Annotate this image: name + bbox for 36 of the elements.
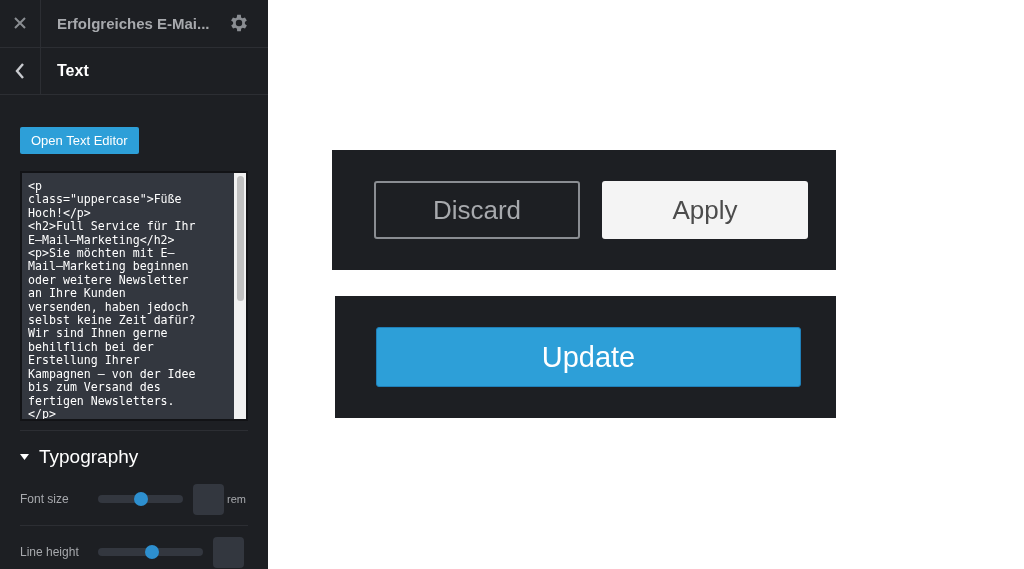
code-line: versenden, haben jedoch xyxy=(28,300,190,315)
code-line: Mail–Marketing beginnen xyxy=(28,260,190,274)
control-label: Font size xyxy=(20,492,70,506)
code-line: Wir sind Ihnen gerne xyxy=(28,327,169,341)
section-title: Text xyxy=(57,61,89,80)
slider[interactable] xyxy=(98,548,203,556)
code-line: <p xyxy=(28,180,43,194)
slider-thumb[interactable] xyxy=(133,492,148,506)
code-line: Kampagnen – von der Idee xyxy=(28,367,197,382)
control-label: Line height xyxy=(20,545,80,559)
code-line: an Ihre Kunden xyxy=(28,287,127,301)
code-line: E–Mail–Marketing</h2> xyxy=(28,233,176,248)
number-field[interactable] xyxy=(213,536,244,568)
code-line: behilflich bei der xyxy=(28,340,154,355)
slider-thumb[interactable] xyxy=(144,545,159,559)
code-line: selbst keine Zeit dafür? xyxy=(28,314,197,328)
number-field[interactable] xyxy=(193,483,224,515)
code-line: Hoch!</p> xyxy=(28,206,91,221)
code-line: class="uppercase">Füße xyxy=(28,193,183,207)
apply-button[interactable]: Apply xyxy=(602,181,808,239)
code-line: oder weitere Newsletter xyxy=(28,273,190,288)
slider[interactable] xyxy=(98,495,183,503)
discard-button[interactable]: Discard xyxy=(374,181,580,239)
section-heading: Typography xyxy=(39,446,139,468)
scrollbar-thumb[interactable] xyxy=(236,176,244,301)
code-line: bis zum Versand des xyxy=(28,381,162,395)
code-line: <h2>Full Service für Ihr xyxy=(28,220,197,234)
caret-icon[interactable] xyxy=(20,453,29,461)
back-icon[interactable] xyxy=(15,62,25,79)
code-line: Erstellung Ihrer xyxy=(28,354,141,368)
unit-label: rem xyxy=(227,493,246,505)
code-line: <p>Sie möchten mit E– xyxy=(28,247,176,261)
code-editor[interactable] xyxy=(20,171,248,421)
close-icon[interactable] xyxy=(14,17,26,30)
code-line: fertigen Newsletters. xyxy=(28,394,176,408)
panel-title: Erfolgreiches E-Mai... xyxy=(57,14,211,32)
